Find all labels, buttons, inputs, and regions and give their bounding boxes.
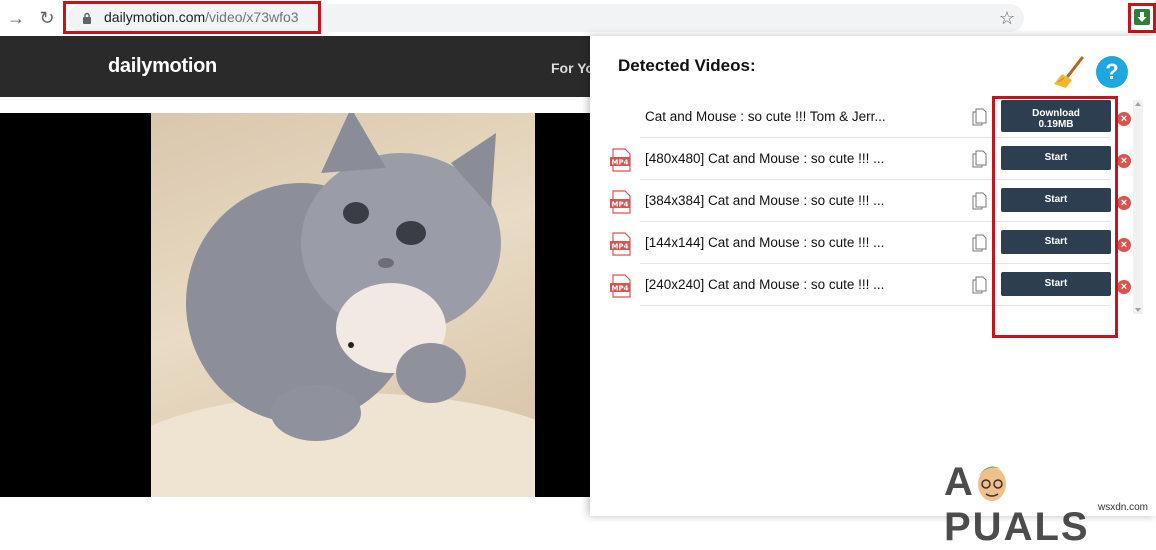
site-logo[interactable]: dailymotion <box>108 55 217 78</box>
remove-icon[interactable]: × <box>1117 280 1131 294</box>
mp4-file-icon: MP4 <box>610 190 631 214</box>
copy-icon[interactable] <box>971 276 987 294</box>
copy-icon[interactable] <box>971 150 987 168</box>
reload-icon[interactable]: ↻ <box>37 8 57 28</box>
site-header: dailymotion For Yo <box>0 36 594 97</box>
mp4-file-icon: MP4 <box>610 148 631 172</box>
bookmark-star-icon[interactable]: ☆ <box>996 7 1018 29</box>
popup-scrollbar[interactable] <box>1133 100 1143 314</box>
detected-videos-popup: Detected Videos: ? Cat and Mouse : so cu… <box>590 36 1156 516</box>
nav-for-you[interactable]: For Yo <box>551 60 594 76</box>
watermark-letter-a: A <box>944 460 975 504</box>
buttons-highlight-box <box>992 96 1118 338</box>
video-title: [480x480] Cat and Mouse : so cute !!! ..… <box>645 151 885 166</box>
browser-toolbar: → ↻ dailymotion.com/video/x73wfo3 ☆ <box>0 0 1156 36</box>
mp4-file-icon: MP4 <box>610 274 631 298</box>
remove-icon[interactable]: × <box>1117 112 1131 126</box>
scroll-down-arrow-icon[interactable] <box>1135 308 1141 312</box>
video-frame-kitten-hamster <box>151 113 535 497</box>
remove-icon[interactable]: × <box>1117 238 1131 252</box>
video-title: Cat and Mouse : so cute !!! Tom & Jerr..… <box>645 109 886 124</box>
scroll-up-arrow-icon[interactable] <box>1135 102 1141 106</box>
url-highlight-box <box>63 1 321 34</box>
watermark-site: wsxdn.com <box>1098 502 1149 513</box>
video-title: [144x144] Cat and Mouse : so cute !!! ..… <box>645 235 885 250</box>
video-title: [240x240] Cat and Mouse : so cute !!! ..… <box>645 277 885 292</box>
watermark-text: PUALS <box>944 505 1090 549</box>
remove-icon[interactable]: × <box>1117 196 1131 210</box>
mp4-label: MP4 <box>612 285 629 293</box>
watermark-mascot-icon <box>978 466 1006 501</box>
copy-icon[interactable] <box>971 108 987 126</box>
mp4-label: MP4 <box>612 201 629 209</box>
popup-title: Detected Videos: <box>618 56 756 75</box>
copy-icon[interactable] <box>971 234 987 252</box>
copy-icon[interactable] <box>971 192 987 210</box>
help-icon[interactable]: ? <box>1096 56 1128 88</box>
remove-icon[interactable]: × <box>1117 154 1131 168</box>
video-title: [384x384] Cat and Mouse : so cute !!! ..… <box>645 193 885 208</box>
extension-highlight-box <box>1128 3 1156 33</box>
kitten-with-hamster-image <box>151 113 535 497</box>
mp4-label: MP4 <box>612 243 629 251</box>
forward-arrow-icon[interactable]: → <box>6 8 26 28</box>
mp4-file-icon: MP4 <box>610 232 631 256</box>
broom-icon[interactable] <box>1052 54 1088 90</box>
mp4-label: MP4 <box>612 159 629 167</box>
